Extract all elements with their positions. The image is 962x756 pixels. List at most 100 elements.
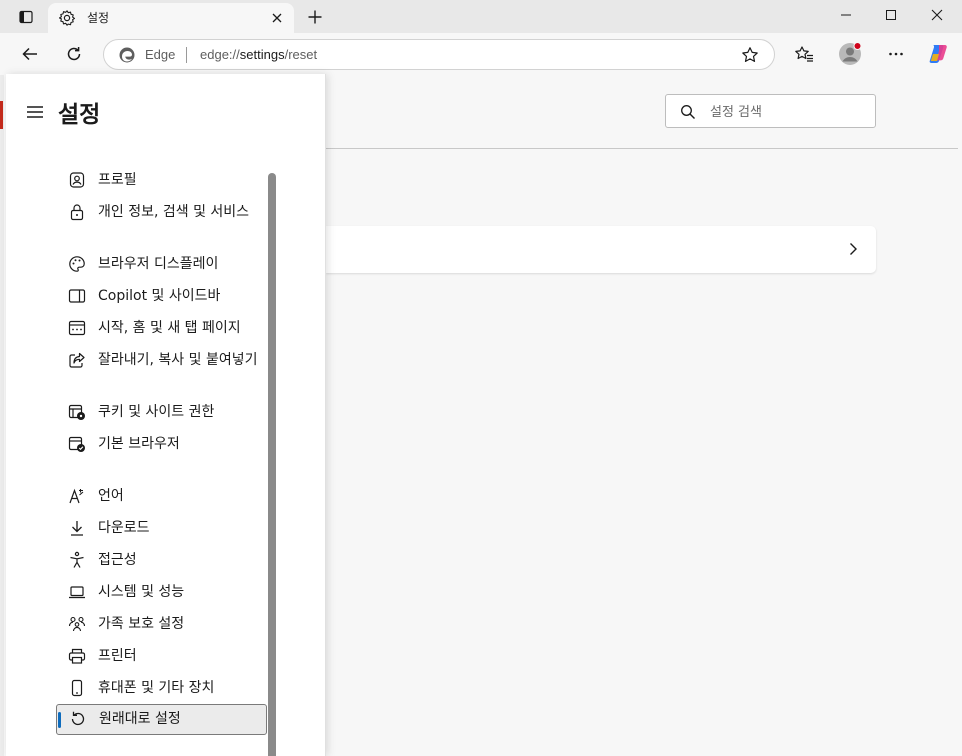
nav-item-accessibility[interactable]: 접근성 — [56, 548, 267, 573]
printer-icon — [68, 648, 86, 664]
nav-item-label: 기본 브라우저 — [98, 436, 180, 452]
content-left-edge — [0, 75, 4, 756]
nav-item-label: 쿠키 및 사이트 권한 — [98, 404, 215, 420]
url-host: settings — [239, 47, 285, 62]
nav-item-label: 접근성 — [98, 552, 137, 568]
favorites-icon — [795, 46, 813, 62]
profile-icon — [69, 172, 85, 188]
plus-icon — [308, 10, 322, 24]
nav-item-label: 브라우저 디스플레이 — [98, 256, 219, 272]
settings-search-box[interactable] — [665, 94, 876, 128]
maximize-button[interactable] — [868, 0, 914, 30]
minimize-button[interactable] — [823, 0, 869, 30]
nav-item-system-performance[interactable]: 시스템 및 성능 — [56, 580, 267, 605]
default-browser-icon — [68, 436, 85, 452]
sidebar-icon — [68, 289, 86, 303]
search-icon — [681, 105, 695, 119]
hamburger-menu-button[interactable] — [24, 102, 46, 122]
tab-close-icon[interactable] — [270, 11, 284, 25]
nav-item-label: 휴대폰 및 기타 장치 — [98, 680, 215, 696]
nav-item-start-home[interactable]: 시작, 홈 및 새 탭 페이지 — [56, 316, 267, 341]
refresh-icon — [67, 47, 81, 61]
minimize-icon — [841, 14, 851, 16]
nav-item-downloads[interactable]: 다운로드 — [56, 516, 267, 541]
reset-settings-card[interactable] — [326, 226, 876, 273]
gear-icon — [58, 10, 76, 26]
maximize-icon — [886, 10, 896, 20]
nav-item-label: 프로필 — [98, 172, 137, 188]
cookie-permissions-icon — [68, 404, 85, 420]
download-icon — [71, 521, 83, 536]
nav-item-cut-copy-paste[interactable]: 잘라내기, 복사 및 붙여넣기 — [56, 348, 267, 392]
nav-item-label: 잘라내기, 복사 및 붙여넣기 — [98, 352, 258, 368]
favorites-button[interactable] — [788, 40, 820, 68]
privacy-lock-icon — [70, 204, 84, 221]
nav-item-copilot-sidebar[interactable]: Copilot 및 사이드바 — [56, 284, 267, 309]
nav-item-label: Copilot 및 사이드바 — [98, 288, 221, 304]
tab-settings[interactable]: 설정 — [48, 3, 294, 33]
back-arrow-icon — [22, 47, 37, 61]
address-bar[interactable]: Edge edge://settings/reset — [103, 39, 775, 70]
more-menu-icon — [889, 52, 903, 56]
profile-avatar-icon — [839, 42, 862, 65]
tab-actions-button[interactable] — [10, 4, 42, 30]
palette-icon — [69, 256, 85, 272]
nav-item-reset-settings[interactable]: 원래대로 설정 — [56, 704, 267, 735]
nav-item-label: 원래대로 설정 — [99, 711, 181, 727]
nav-item-label: 언어 — [98, 488, 124, 504]
profile-button[interactable] — [834, 40, 866, 68]
family-icon — [68, 616, 86, 632]
nav-item-default-browser[interactable]: 기본 브라우저 — [56, 432, 267, 457]
nav-item-cookies-permissions[interactable]: 쿠키 및 사이트 권한 — [56, 400, 267, 425]
nav-item-label: 가족 보호 설정 — [98, 616, 185, 632]
nav-item-family-safety[interactable]: 가족 보호 설정 — [56, 612, 267, 637]
address-separator — [186, 47, 187, 63]
close-window-button[interactable] — [914, 0, 960, 30]
start-page-icon — [68, 320, 86, 336]
laptop-icon — [69, 586, 85, 599]
nav-item-label: 프린터 — [98, 648, 137, 664]
back-button[interactable] — [14, 40, 46, 68]
add-favorite-star-icon[interactable] — [741, 46, 759, 64]
edge-label: Edge — [145, 47, 176, 62]
refresh-button[interactable] — [58, 40, 90, 68]
content-edge-marker — [0, 101, 3, 129]
url-scheme: edge:// — [200, 47, 240, 62]
close-icon — [931, 9, 943, 21]
url-text: edge://settings/reset — [200, 47, 317, 62]
accessibility-icon — [70, 551, 84, 568]
nav-item-appearance[interactable]: 브라우저 디스플레이 — [56, 252, 267, 277]
active-indicator — [58, 712, 61, 728]
browser-window: 설정 Edge edge://settings/reset 설정 검색 설정 프… — [0, 0, 962, 756]
settings-search-input[interactable] — [710, 102, 870, 122]
header-divider — [326, 148, 958, 149]
nav-item-language[interactable]: 언어 — [56, 484, 267, 509]
browser-toolbar: Edge edge://settings/reset — [0, 33, 962, 75]
tab-actions-icon — [19, 10, 33, 24]
tab-strip: 설정 — [0, 0, 962, 33]
hamburger-menu-icon — [27, 106, 43, 118]
chevron-right-icon — [850, 243, 857, 255]
copilot-button[interactable] — [922, 40, 954, 68]
nav-item-label: 개인 정보, 검색 및 서비스 — [98, 204, 250, 220]
new-tab-button[interactable] — [302, 4, 328, 30]
nav-item-label: 다운로드 — [98, 520, 150, 536]
nav-item-printers[interactable]: 프린터 — [56, 644, 267, 669]
reset-icon — [71, 711, 85, 726]
phone-icon — [71, 679, 83, 697]
nav-item-label: 시작, 홈 및 새 탭 페이지 — [98, 320, 241, 336]
copilot-icon — [929, 45, 947, 63]
language-icon — [69, 488, 84, 504]
nav-item-privacy[interactable]: 개인 정보, 검색 및 서비스 — [56, 200, 267, 244]
nav-scrollbar[interactable] — [268, 173, 276, 756]
settings-title: 설정 — [58, 102, 101, 128]
settings-nav-flyout: 설정 프로필 개인 정보, 검색 및 서비스 브라우저 디스플레이 Copilo… — [6, 74, 326, 756]
more-menu-button[interactable] — [880, 40, 912, 68]
tab-title: 설정 — [87, 11, 110, 25]
edge-logo-icon — [119, 47, 135, 63]
nav-item-label: 시스템 및 성능 — [98, 584, 185, 600]
share-icon — [69, 352, 85, 368]
nav-item-profile[interactable]: 프로필 — [56, 168, 267, 193]
url-path: /reset — [284, 47, 318, 62]
nav-item-phone-devices[interactable]: 휴대폰 및 기타 장치 — [56, 676, 267, 701]
